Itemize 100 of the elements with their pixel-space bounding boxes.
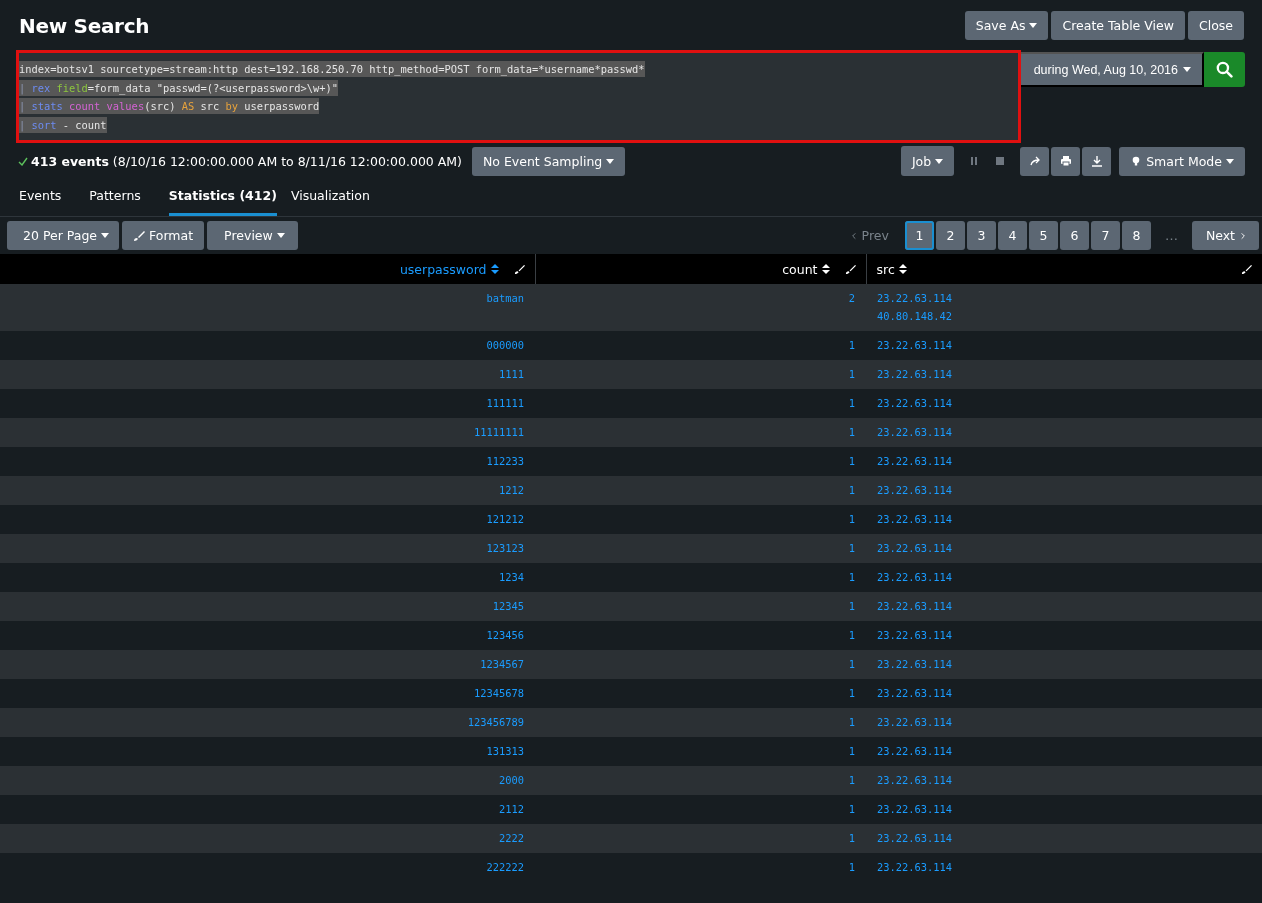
table-cell-text: 1 <box>848 686 855 701</box>
format-button[interactable]: Format <box>122 221 205 250</box>
page-button[interactable]: 8 <box>1121 221 1151 250</box>
page-button[interactable]: 3 <box>966 221 996 250</box>
table-cell-text: 000000 <box>486 338 524 353</box>
table-cell-text: 123456 <box>486 628 524 643</box>
table-cell-text: 40.80.148.42 <box>877 309 953 324</box>
caret-icon <box>935 158 944 164</box>
table-cell-text: 1 <box>848 541 855 556</box>
sort-icon <box>821 264 830 274</box>
share-button[interactable] <box>1020 146 1050 176</box>
table-cell-text: 111111 <box>486 396 524 411</box>
page-button[interactable]: 5 <box>1028 221 1058 250</box>
table-cell-text: 2000 <box>498 773 524 788</box>
event-summary: 413 events (8/10/16 12:00:00.000 AM to 8/11/16 12:00:00.000 AM) <box>18 153 462 169</box>
table-cell-text: 1234 <box>498 570 524 585</box>
search-mode-dropdown[interactable]: Smart Mode <box>1119 146 1245 176</box>
export-button[interactable] <box>1082 146 1112 176</box>
table-cell-text: batman <box>486 291 524 306</box>
job-dropdown[interactable]: Job <box>900 146 955 176</box>
page-button[interactable]: 7 <box>1090 221 1120 250</box>
table-cell-text: 2 <box>848 291 855 306</box>
table-cell-text: 23.22.63.114 <box>877 657 953 672</box>
header-button[interactable]: Create Table View <box>1051 11 1185 40</box>
table-cell-text: 1 <box>848 715 855 730</box>
caret-icon <box>101 233 110 238</box>
sampling-dropdown[interactable]: No Event Sampling <box>472 146 626 176</box>
table-cell-text: 222222 <box>486 860 524 875</box>
table-cell-text: 1 <box>848 628 855 643</box>
search-icon <box>1216 61 1233 78</box>
table-cell-text: 1 <box>848 802 855 817</box>
table-cell-text: 1 <box>848 570 855 585</box>
brush-icon <box>1241 263 1252 275</box>
next-button[interactable]: Next <box>1191 221 1259 250</box>
print-button[interactable] <box>1051 146 1081 176</box>
prev-link[interactable]: Prev <box>849 228 903 243</box>
brush-icon <box>133 229 146 242</box>
table-cell-text: 123456789 <box>467 715 524 730</box>
search-button[interactable] <box>1204 52 1245 87</box>
column-header[interactable]: userpassword <box>399 261 499 277</box>
table-cell-text: 1 <box>848 831 855 846</box>
table-cell-text: 112233 <box>486 454 524 469</box>
table-cell-text: 23.22.63.114 <box>877 802 953 817</box>
download-icon <box>1090 155 1103 167</box>
printer-icon <box>1059 155 1072 167</box>
sort-icon <box>490 264 499 274</box>
table-cell-text: 1 <box>848 338 855 353</box>
table-cell-text: 131313 <box>486 744 524 759</box>
dropdown-button[interactable]: Preview <box>207 221 298 250</box>
table-cell-text: 23.22.63.114 <box>877 541 953 556</box>
table-cell-text: 23.22.63.114 <box>877 744 953 759</box>
table-cell-text: 2112 <box>498 802 524 817</box>
dropdown-button[interactable]: 20 Per Page <box>7 221 120 250</box>
table-cell-text: 2222 <box>498 831 524 846</box>
page-title: New Search <box>19 13 150 38</box>
table-cell-text: 1 <box>848 454 855 469</box>
results-tab[interactable]: Events <box>19 181 76 216</box>
table-cell-text: 1 <box>848 657 855 672</box>
table-cell-text: 23.22.63.114 <box>877 396 953 411</box>
table-cell-text: 1212 <box>498 483 524 498</box>
page-button[interactable]: 6 <box>1059 221 1089 250</box>
caret-icon <box>1183 67 1191 72</box>
time-range-picker[interactable]: during Wed, Aug 10, 2016 <box>1018 52 1204 87</box>
results-tab[interactable]: Statistics (412) <box>168 181 277 216</box>
sort-icon <box>898 264 907 274</box>
table-cell-text: 1 <box>848 773 855 788</box>
caret-icon <box>276 233 285 238</box>
column-header[interactable]: count <box>782 261 830 277</box>
table-cell-text: 23.22.63.114 <box>877 338 953 353</box>
page-button[interactable]: 2 <box>935 221 965 250</box>
table-cell-text: 1 <box>848 425 855 440</box>
stop-icon <box>994 155 1007 167</box>
results-tab[interactable]: Patterns <box>89 181 155 216</box>
results-tab[interactable]: Visualization <box>290 181 384 216</box>
table-cell-text: 1 <box>848 367 855 382</box>
table-cell-text: 1 <box>848 483 855 498</box>
table-cell-text: 23.22.63.114 <box>877 570 953 585</box>
table-cell-text: 1 <box>848 744 855 759</box>
brush-icon <box>513 263 525 275</box>
table-cell-text: 23.22.63.114 <box>877 599 953 614</box>
table-cell-text: 1 <box>848 512 855 527</box>
caret-icon <box>1226 158 1234 164</box>
table-cell-text: 23.22.63.114 <box>877 773 953 788</box>
column-header[interactable]: src <box>876 261 907 277</box>
table-cell-text: 1 <box>848 396 855 411</box>
table-cell-text: 1111 <box>498 367 524 382</box>
check-icon <box>18 156 28 166</box>
caret-icon <box>606 158 615 164</box>
table-cell-text: 23.22.63.114 <box>877 367 953 382</box>
table-cell-text: 23.22.63.114 <box>877 483 953 498</box>
page-button[interactable]: 4 <box>997 221 1027 250</box>
header-button[interactable]: Close <box>1187 11 1244 40</box>
table-cell-text: 23.22.63.114 <box>877 291 953 306</box>
table-cell-text: 23.22.63.114 <box>877 715 953 730</box>
page-button[interactable]: 1 <box>904 221 934 250</box>
table-cell-text: 123123 <box>486 541 524 556</box>
table-cell-text: 23.22.63.114 <box>877 860 953 875</box>
search-query-field[interactable]: index=botsv1 sourcetype=stream:http dest=192.168.250.70 http_method=POST form_data=*username*passwd* | rex field=form_data "passwd=(?<userpassword>\w+)" | stats count values(src) AS src by userpassword | sort - count <box>18 52 1019 141</box>
header-button[interactable]: Save As <box>964 11 1049 40</box>
table-cell-text: 11111111 <box>473 425 524 440</box>
